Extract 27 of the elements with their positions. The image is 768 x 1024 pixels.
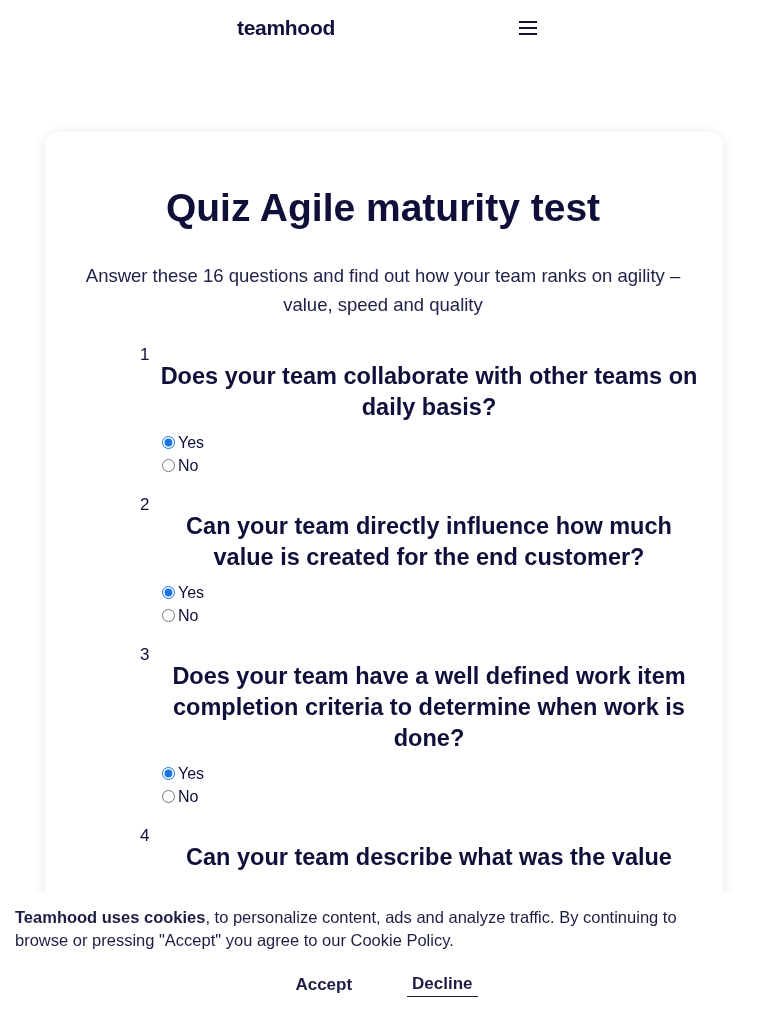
question-text: Does your team collaborate with other teams on daily basis? [159,362,699,422]
option-label[interactable]: Yes [178,433,205,452]
menu-icon[interactable] [519,20,537,35]
quiz-intro: Answer these 16 questions and find out how your team ranks on agility – value, speed and quality [84,264,682,317]
quiz-title: Quiz Agile maturity test [164,185,602,231]
option-label[interactable]: Yes [178,764,205,783]
option-label[interactable]: No [178,787,199,806]
logo[interactable]: teamhood [237,15,519,40]
radio-button[interactable] [162,609,175,622]
question-number: 1 [140,345,150,365]
option-label[interactable]: Yes [178,583,205,602]
question-number: 2 [140,495,150,515]
question-number: 3 [140,645,150,665]
accept-button[interactable]: Accept [290,972,358,997]
radio-button[interactable] [162,436,175,449]
question-text: Does your team have a well defined work item completion criteria to determine when work is done? [171,662,687,753]
radio-button[interactable] [162,790,175,803]
radio-button[interactable] [162,586,175,599]
option-label[interactable]: No [178,456,199,475]
cookie-notice: Teamhood uses cookies, to personalize content, ads and analyze traffic. By continuing to browse or pressing "Accept" you agree to our Cookie Policy. [15,907,678,951]
question-text: Can your team describe what was the value [185,843,673,872]
question-text: Can your team directly influence how much value is created for the end customer? [185,512,673,572]
radio-button[interactable] [162,459,175,472]
option-label[interactable]: No [178,606,199,625]
decline-link[interactable]: Decline [407,972,478,997]
question-number: 4 [140,826,150,846]
radio-button[interactable] [162,767,175,780]
